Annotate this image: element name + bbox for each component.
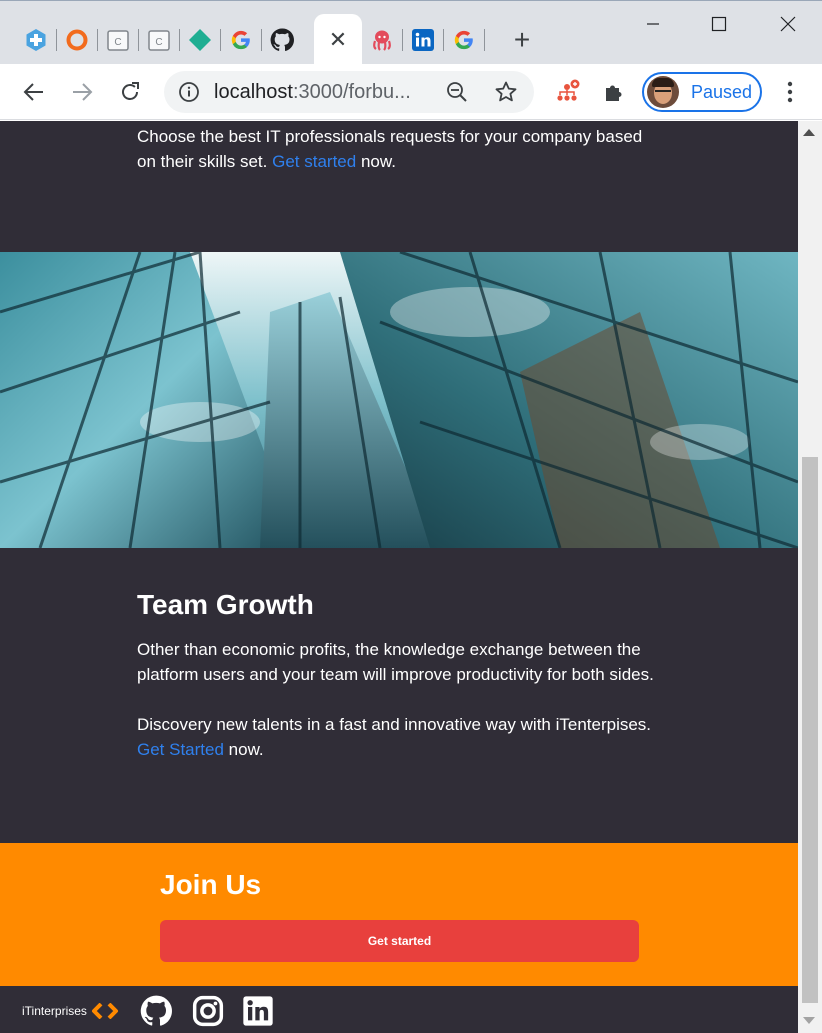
linkedin-icon bbox=[412, 29, 434, 51]
tab-separator bbox=[402, 29, 403, 51]
footer-brand[interactable]: iTinterprises bbox=[22, 1003, 121, 1019]
tab-list-right bbox=[368, 26, 491, 54]
reload-button[interactable] bbox=[112, 74, 148, 110]
minimize-icon bbox=[647, 23, 659, 25]
svg-text:C: C bbox=[155, 37, 162, 48]
kebab-menu-icon bbox=[787, 81, 793, 103]
hero-image bbox=[0, 252, 798, 548]
tab-medical-cross[interactable] bbox=[22, 26, 50, 54]
close-icon[interactable]: ✕ bbox=[329, 27, 347, 53]
growth-paragraph-2: Discovery new talents in a fast and inno… bbox=[137, 712, 667, 762]
tab-linkedin[interactable] bbox=[409, 26, 437, 54]
back-button[interactable] bbox=[16, 74, 52, 110]
linkedin-icon[interactable] bbox=[242, 995, 274, 1027]
bookmark-star-icon[interactable] bbox=[494, 80, 518, 104]
tab-separator bbox=[484, 29, 485, 51]
scroll-up-arrow[interactable] bbox=[803, 129, 815, 136]
tab-separator bbox=[138, 29, 139, 51]
menu-button[interactable] bbox=[772, 74, 808, 110]
forward-arrow-icon bbox=[73, 83, 93, 101]
tab-separator bbox=[443, 29, 444, 51]
profile-button[interactable]: Paused bbox=[642, 72, 762, 112]
tab-separator bbox=[56, 29, 57, 51]
url-text[interactable]: localhost:3000/forbu... bbox=[214, 81, 411, 104]
page-scrollbar[interactable] bbox=[798, 121, 822, 1033]
calendar-c-icon: C bbox=[148, 30, 170, 51]
address-bar[interactable]: localhost:3000/forbu... bbox=[164, 71, 534, 113]
tab-active[interactable]: ✕ bbox=[314, 14, 362, 66]
get-started-link[interactable]: Get Started bbox=[137, 740, 224, 759]
info-icon[interactable] bbox=[178, 81, 200, 103]
browser-toolbar: localhost:3000/forbu... Paused bbox=[0, 64, 822, 120]
scroll-down-arrow[interactable] bbox=[803, 1017, 815, 1024]
get-started-button[interactable]: Get started bbox=[160, 920, 639, 962]
profile-status: Paused bbox=[691, 81, 753, 102]
join-us-section: Join Us Get started bbox=[0, 843, 798, 986]
google-icon bbox=[231, 30, 250, 50]
diamond-icon bbox=[189, 29, 211, 51]
tab-calendar-1[interactable]: C bbox=[104, 26, 132, 54]
tab-list: C C bbox=[22, 26, 296, 54]
tab-octopus[interactable] bbox=[368, 26, 396, 54]
brand-name: iTinterprises bbox=[22, 1004, 87, 1018]
tab-separator bbox=[261, 29, 262, 51]
url-path: :3000/forbu... bbox=[292, 81, 411, 103]
growth-text-after: now. bbox=[228, 740, 264, 759]
zoom-out-icon[interactable] bbox=[446, 81, 468, 103]
forward-button[interactable] bbox=[64, 74, 100, 110]
new-tab-button[interactable]: + bbox=[508, 23, 536, 57]
glass-building-image bbox=[0, 252, 798, 548]
footer: iTinterprises bbox=[0, 986, 798, 1033]
puzzle-icon bbox=[606, 85, 622, 101]
team-growth-section: Team Growth Other than economic profits,… bbox=[137, 589, 667, 762]
tab-github[interactable] bbox=[268, 26, 296, 54]
google-icon bbox=[454, 30, 473, 50]
tab-strip: C C ✕ + bbox=[0, 0, 822, 66]
tab-separator bbox=[97, 29, 98, 51]
tab-separator bbox=[220, 29, 221, 51]
instagram-icon[interactable] bbox=[192, 995, 224, 1027]
svg-text:C: C bbox=[114, 37, 121, 48]
ring-icon bbox=[66, 29, 88, 51]
join-title: Join Us bbox=[160, 869, 262, 900]
growth-paragraph-1: Other than economic profits, the knowled… bbox=[137, 640, 654, 684]
section-title: Team Growth bbox=[137, 589, 314, 620]
avatar bbox=[647, 76, 679, 108]
network-extension-icon bbox=[557, 79, 580, 101]
tab-google-1[interactable] bbox=[227, 26, 255, 54]
tab-ring[interactable] bbox=[63, 26, 91, 54]
tab-diamond[interactable] bbox=[186, 26, 214, 54]
octopus-icon bbox=[373, 30, 391, 51]
github-icon[interactable] bbox=[140, 995, 172, 1027]
scroll-thumb[interactable] bbox=[802, 457, 818, 1003]
minimize-button[interactable] bbox=[636, 9, 670, 39]
close-window-button[interactable] bbox=[771, 9, 805, 39]
intro-paragraph: Choose the best IT professionals request… bbox=[137, 124, 657, 174]
extensions-button[interactable] bbox=[596, 74, 632, 110]
tab-separator bbox=[179, 29, 180, 51]
growth-paragraph-2-text: Discovery new talents in a fast and inno… bbox=[137, 715, 652, 734]
medical-cross-icon bbox=[26, 29, 46, 51]
brand-chevrons-icon bbox=[91, 1003, 118, 1019]
close-icon bbox=[780, 16, 796, 32]
reload-icon bbox=[122, 82, 139, 100]
get-started-link[interactable]: Get started bbox=[272, 152, 356, 171]
intro-text-after: now. bbox=[360, 152, 396, 171]
tab-calendar-2[interactable]: C bbox=[145, 26, 173, 54]
extension-network-button[interactable] bbox=[550, 74, 586, 110]
github-icon bbox=[270, 28, 294, 52]
back-arrow-icon bbox=[23, 83, 43, 101]
calendar-c-icon: C bbox=[107, 30, 129, 51]
maximize-icon bbox=[711, 16, 727, 32]
page-viewport: Choose the best IT professionals request… bbox=[0, 121, 798, 1033]
tab-google-2[interactable] bbox=[450, 26, 478, 54]
url-host: localhost bbox=[214, 81, 293, 103]
maximize-button[interactable] bbox=[702, 9, 736, 39]
